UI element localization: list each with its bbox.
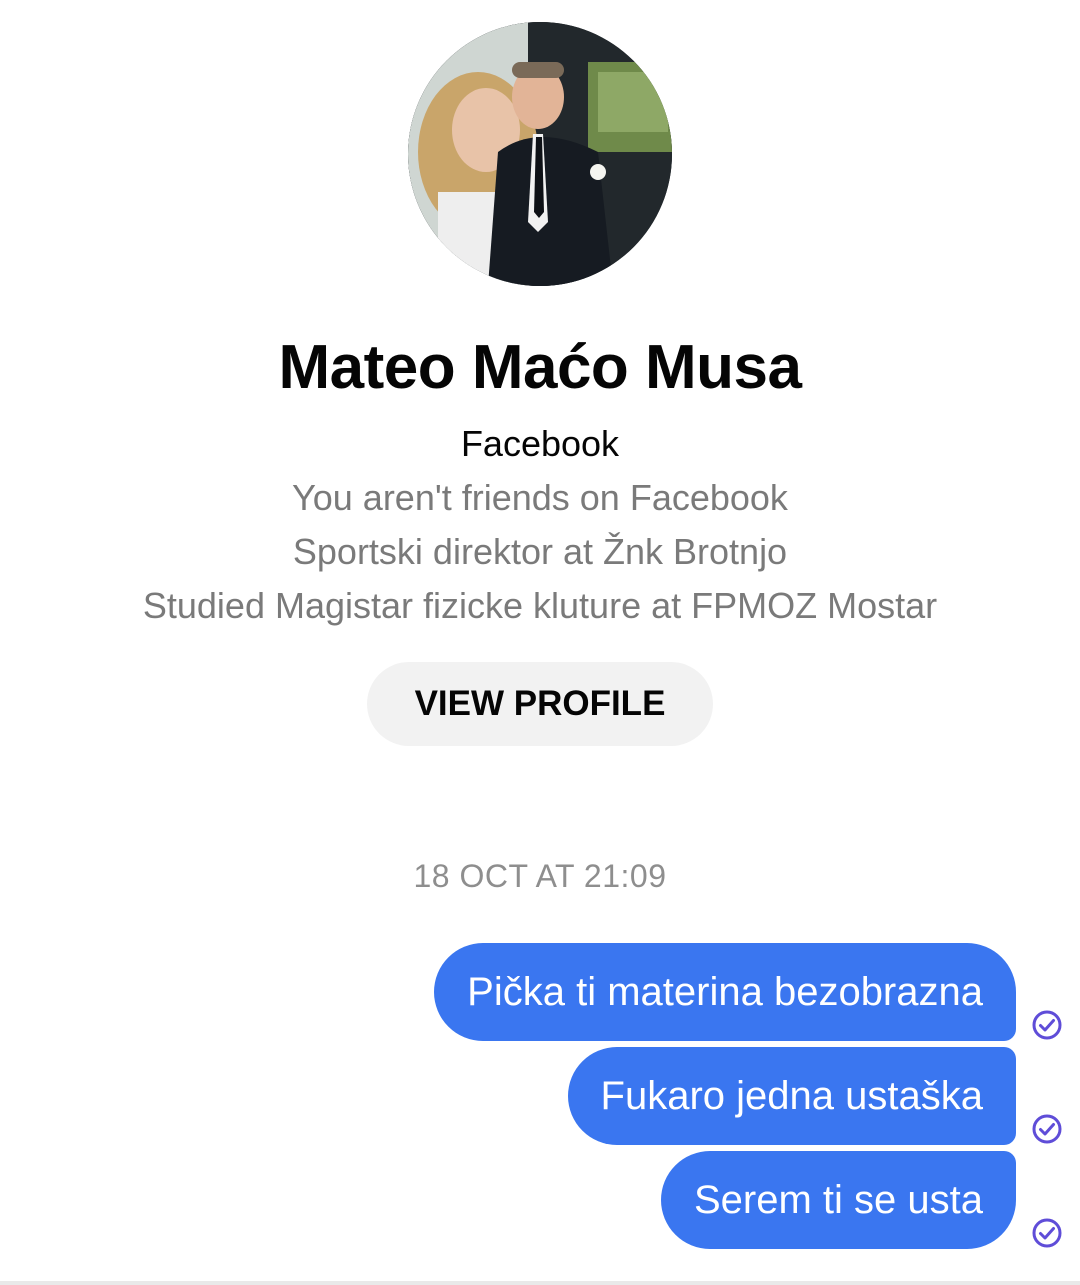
delivered-check-icon [1031,1009,1063,1041]
contact-name: Mateo Maćo Musa [278,333,802,402]
education-info: Studied Magistar fizicke kluture at FPMO… [142,585,938,626]
delivered-check-icon [1031,1217,1063,1249]
work-info: Sportski direktor at Žnk Brotnjo [292,531,788,572]
contact-platform: Facebook [460,423,620,464]
contact-avatar[interactable] [408,22,672,286]
view-profile-button[interactable]: VIEW PROFILE [367,662,713,746]
message-bubble[interactable]: Serem ti se usta [660,1151,1016,1249]
message-bubble[interactable]: Fukaro jedna ustaška [567,1047,1016,1145]
divider [0,1281,1080,1285]
message-bubble[interactable]: Pička ti materina bezobrazna [434,943,1016,1041]
delivered-check-icon [1031,1113,1063,1145]
message-timestamp: 18 OCT AT 21:09 [413,858,667,894]
avatar-photo [408,22,672,286]
friendship-status: You aren't friends on Facebook [292,477,788,518]
